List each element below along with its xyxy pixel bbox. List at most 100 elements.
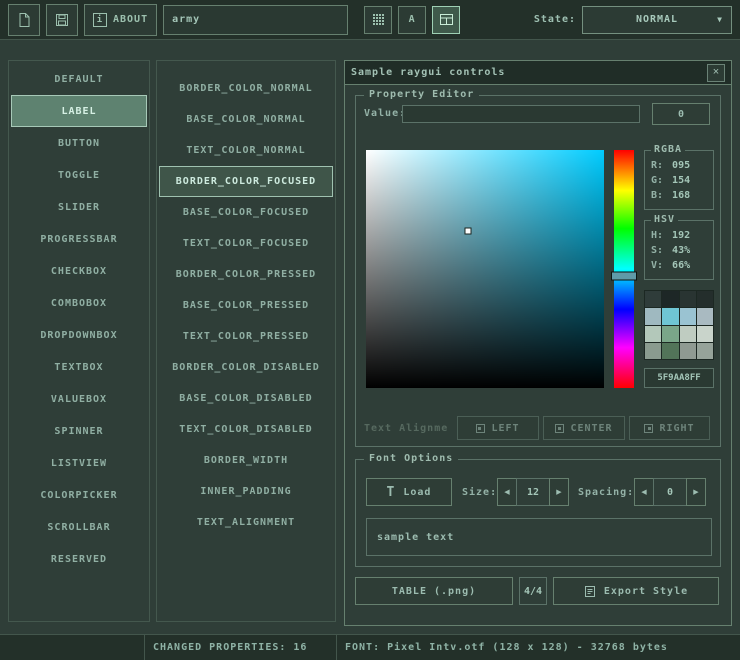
property-list-item[interactable]: TEXT_ALIGNMENT (159, 507, 333, 538)
r-label: R: (651, 160, 663, 171)
sv-panel[interactable] (366, 150, 604, 388)
grid-view-button[interactable] (364, 6, 392, 34)
palette-swatch[interactable] (697, 326, 713, 342)
sv-cursor[interactable] (465, 227, 472, 234)
align-left-button[interactable]: LEFT (457, 416, 539, 440)
hue-slider[interactable] (611, 272, 637, 281)
property-list-item[interactable]: INNER_PADDING (159, 476, 333, 507)
size-decrement-button[interactable]: ◀ (497, 478, 517, 506)
rgba-group-label: RGBA (651, 144, 685, 155)
load-font-button[interactable]: T Load (366, 478, 452, 506)
s-value: 43% (672, 245, 690, 256)
controls-list-item[interactable]: COMBOBOX (11, 287, 147, 319)
property-list-item-selected[interactable]: BORDER_COLOR_FOCUSED (159, 166, 333, 197)
property-list-item[interactable]: TEXT_COLOR_FOCUSED (159, 228, 333, 259)
spacing-value-box[interactable]: 0 (653, 478, 687, 506)
b-value: 168 (672, 190, 690, 201)
controls-list-item[interactable]: SCROLLBAR (11, 511, 147, 543)
style-table-view-button[interactable] (432, 6, 460, 34)
palette-swatch[interactable] (680, 343, 696, 359)
spacing-decrement-button[interactable]: ◀ (634, 478, 654, 506)
palette-swatch[interactable] (662, 343, 678, 359)
controls-list-item[interactable]: CHECKBOX (11, 255, 147, 287)
palette-swatch[interactable] (662, 308, 678, 324)
value-button[interactable]: 0 (652, 103, 710, 125)
property-list-item[interactable]: BASE_COLOR_PRESSED (159, 290, 333, 321)
window-title: Sample raygui controls (351, 67, 505, 78)
property-list-item[interactable]: BASE_COLOR_FOCUSED (159, 197, 333, 228)
new-file-button[interactable] (8, 4, 40, 36)
property-list-item[interactable]: BORDER_COLOR_NORMAL (159, 73, 333, 104)
save-file-button[interactable] (46, 4, 78, 36)
sample-controls-window: Sample raygui controls × Property Editor… (344, 60, 732, 626)
align-center-button[interactable]: CENTER (543, 416, 625, 440)
hue-bar[interactable] (614, 150, 634, 388)
hsv-group: HSV H: 192 S: 43% V: 66% (644, 220, 714, 280)
controls-list-item[interactable]: COLORPICKER (11, 479, 147, 511)
controls-list-item[interactable]: TEXTBOX (11, 351, 147, 383)
h-value: 192 (672, 230, 690, 241)
property-list-item[interactable]: BORDER_COLOR_DISABLED (159, 352, 333, 383)
palette-swatch[interactable] (697, 308, 713, 324)
palette-swatch[interactable] (662, 291, 678, 307)
page-indicator[interactable]: 4/4 (519, 577, 547, 605)
g-label: G: (651, 175, 663, 186)
value-button-label: 0 (678, 109, 684, 120)
palette-swatch[interactable] (680, 326, 696, 342)
palette-swatch[interactable] (645, 291, 661, 307)
property-list-item[interactable]: BASE_COLOR_DISABLED (159, 383, 333, 414)
palette-swatch[interactable] (645, 343, 661, 359)
export-table-button[interactable]: TABLE (.png) (355, 577, 513, 605)
hsv-row: S: 43% (645, 243, 713, 258)
palette-swatch[interactable] (645, 326, 661, 342)
rgba-group: RGBA R: 095 G: 154 B: 168 (644, 150, 714, 210)
controls-list-item[interactable]: PROGRESSBAR (11, 223, 147, 255)
palette-swatch[interactable] (680, 291, 696, 307)
size-value-box[interactable]: 12 (516, 478, 550, 506)
controls-list-item[interactable]: SLIDER (11, 191, 147, 223)
state-dropdown-value: NORMAL (636, 14, 678, 25)
font-view-button[interactable]: A (398, 6, 426, 34)
style-name-input[interactable] (163, 5, 348, 35)
property-list-item[interactable]: BORDER_COLOR_PRESSED (159, 259, 333, 290)
controls-list-item[interactable]: LISTVIEW (11, 447, 147, 479)
align-right-button[interactable]: RIGHT (629, 416, 710, 440)
size-increment-button[interactable]: ▶ (549, 478, 569, 506)
about-button[interactable]: i ABOUT (84, 4, 157, 36)
spacing-increment-button[interactable]: ▶ (686, 478, 706, 506)
font-icon: A (409, 14, 416, 25)
arrow-left-icon: ◀ (641, 488, 646, 496)
about-button-label: ABOUT (113, 14, 148, 25)
hex-value-box[interactable]: 5F9AA8FF (644, 368, 714, 388)
value-input[interactable] (402, 105, 640, 123)
controls-list-item[interactable]: RESERVED (11, 543, 147, 575)
controls-list-item-selected[interactable]: LABEL (11, 95, 147, 127)
property-list-item[interactable]: BORDER_WIDTH (159, 445, 333, 476)
palette-swatch[interactable] (645, 308, 661, 324)
align-left-icon (476, 424, 485, 433)
status-bar: CHANGED PROPERTIES: 16 FONT: Pixel Intv.… (0, 634, 740, 660)
page-value: 4/4 (524, 586, 542, 597)
controls-list-item[interactable]: VALUEBOX (11, 383, 147, 415)
controls-list-item[interactable]: BUTTON (11, 127, 147, 159)
export-style-button[interactable]: Export Style (553, 577, 719, 605)
close-button[interactable]: × (707, 64, 725, 82)
property-list-item[interactable]: TEXT_COLOR_DISABLED (159, 414, 333, 445)
palette-swatch[interactable] (697, 343, 713, 359)
palette-swatch[interactable] (680, 308, 696, 324)
export-style-label: Export Style (604, 586, 688, 597)
property-list-item[interactable]: TEXT_COLOR_PRESSED (159, 321, 333, 352)
palette-swatch[interactable] (662, 326, 678, 342)
controls-list-item[interactable]: SPINNER (11, 415, 147, 447)
controls-list-item[interactable]: DROPDOWNBOX (11, 319, 147, 351)
controls-list-item[interactable]: TOGGLE (11, 159, 147, 191)
window-titlebar[interactable]: Sample raygui controls × (345, 61, 731, 85)
hex-value: 5F9AA8FF (657, 373, 700, 383)
state-dropdown[interactable]: NORMAL ▼ (582, 6, 732, 34)
property-list-item[interactable]: BASE_COLOR_NORMAL (159, 104, 333, 135)
property-list-item[interactable]: TEXT_COLOR_NORMAL (159, 135, 333, 166)
palette-swatch[interactable] (697, 291, 713, 307)
save-icon (54, 12, 70, 28)
sample-text-box[interactable]: sample text (366, 518, 712, 556)
controls-list-item[interactable]: DEFAULT (11, 63, 147, 95)
